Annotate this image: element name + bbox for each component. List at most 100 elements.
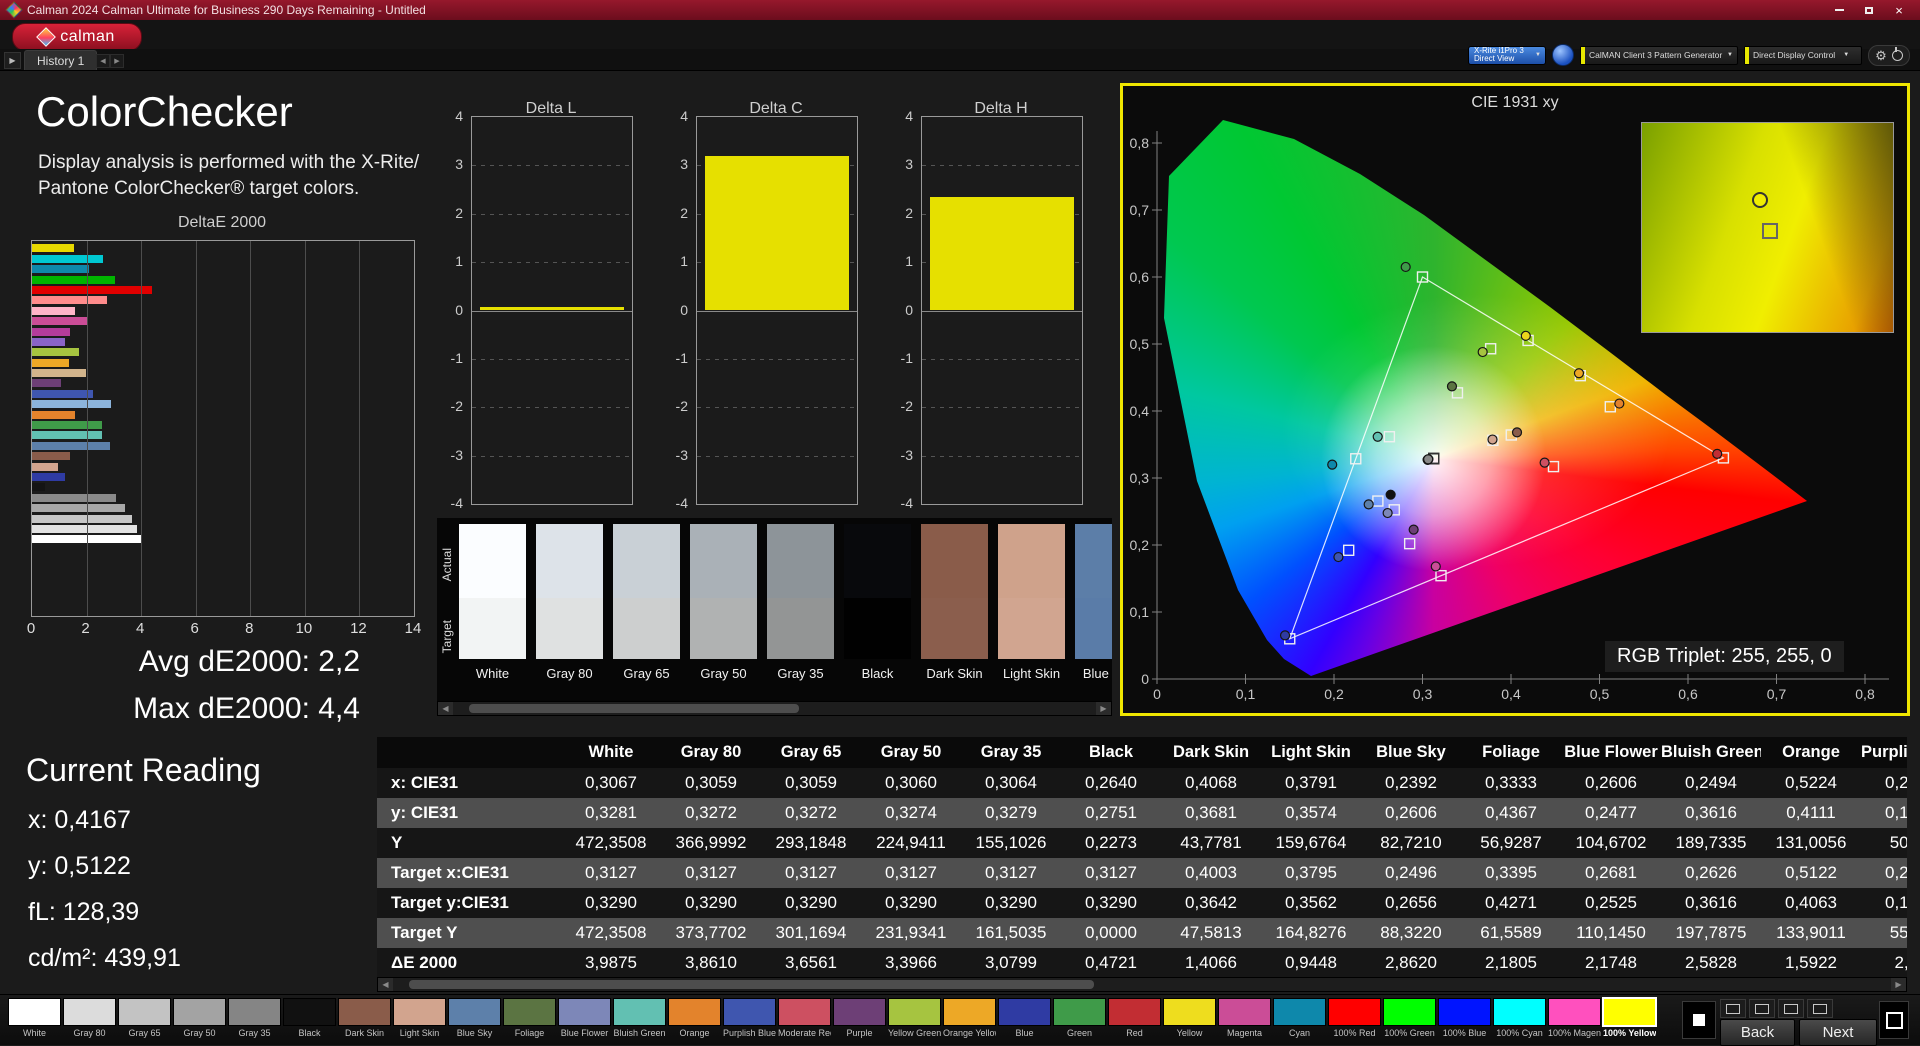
- toolbar-patch-yellow[interactable]: Yellow: [1163, 998, 1216, 1038]
- inset-measured-point: [1752, 191, 1769, 208]
- toolbar-patch-purplish-blue[interactable]: Purplish Blue: [723, 998, 776, 1038]
- toolbar-patch-white[interactable]: White: [8, 998, 61, 1038]
- patch-label: 100% Red: [1333, 1028, 1376, 1038]
- patch-comparison-gray-35[interactable]: Gray 35: [767, 524, 834, 684]
- back-button[interactable]: Back: [1720, 1019, 1795, 1046]
- cie-target-point-blue-sky: [1372, 495, 1384, 507]
- patch-comparison-blue-sky[interactable]: Blue Sky: [1075, 524, 1112, 684]
- patch-comparison-gray-50[interactable]: Gray 50: [690, 524, 757, 684]
- patch-label: 100% Green: [1384, 1028, 1435, 1038]
- close-button[interactable]: ×: [1892, 3, 1906, 17]
- patch-label: Red: [1126, 1028, 1143, 1038]
- patch-comparison-gray-65[interactable]: Gray 65: [613, 524, 680, 684]
- tab-scroll-right-button[interactable]: ▶: [110, 54, 124, 68]
- display-option-3-icon[interactable]: [1778, 999, 1804, 1018]
- toolbar-patch-100-yellow[interactable]: 100% Yellow: [1602, 997, 1657, 1038]
- power-icon[interactable]: [1891, 46, 1903, 61]
- meter-dropdown[interactable]: X-Rite i1Pro 3 Direct View ▼: [1468, 45, 1546, 65]
- pattern-generator-dropdown[interactable]: CalMAN Client 3 Pattern Generator ▼: [1580, 45, 1738, 65]
- next-button[interactable]: Next: [1799, 1019, 1877, 1046]
- table-cell: 0,4271: [1485, 893, 1537, 912]
- x-tick-label: 0,8: [1855, 686, 1875, 702]
- toolbar-patch-100-cyan[interactable]: 100% Cyan: [1493, 998, 1546, 1038]
- scroll-right-icon[interactable]: ▶: [1096, 702, 1111, 715]
- scroll-right-icon[interactable]: ▶: [1891, 978, 1906, 991]
- display-option-2-icon[interactable]: [1749, 999, 1775, 1018]
- patch-color-chip: [613, 998, 666, 1026]
- toolbar-patch-dark-skin[interactable]: Dark Skin: [338, 998, 391, 1038]
- toolbar-patch-magenta[interactable]: Magenta: [1218, 998, 1271, 1038]
- gridline: [697, 358, 857, 360]
- toolbar-patch-100-magenta[interactable]: 100% Magenta: [1548, 998, 1601, 1038]
- toolbar-patch-100-green[interactable]: 100% Green: [1383, 998, 1436, 1038]
- toolbar-patch-blue[interactable]: Blue: [998, 998, 1051, 1038]
- inset-target-point: [1762, 223, 1779, 240]
- toolbar-patch-green[interactable]: Green: [1053, 998, 1106, 1038]
- patch-comparison-black[interactable]: Black: [844, 524, 911, 684]
- scroll-left-icon[interactable]: ◀: [378, 978, 393, 991]
- patch-comparison-dark-skin[interactable]: Dark Skin: [921, 524, 988, 684]
- table-cell: 231,9341: [875, 923, 947, 942]
- tab-menu-button[interactable]: ▶: [4, 52, 21, 69]
- patch-label: Gray 65: [128, 1028, 161, 1038]
- patch-comparison-light-skin[interactable]: Light Skin: [998, 524, 1065, 684]
- patch-comparison-gray-80[interactable]: Gray 80: [536, 524, 603, 684]
- x-tick-label: 8: [245, 620, 254, 637]
- table-cell: 0,3281: [585, 803, 637, 822]
- patch-label: Gray 35: [238, 1028, 271, 1038]
- toolbar-patch-gray-50[interactable]: Gray 50: [173, 998, 226, 1038]
- gridline: [472, 262, 632, 264]
- toolbar-patch-foliage[interactable]: Foliage: [503, 998, 556, 1038]
- table-cell: 161,5035: [975, 923, 1047, 942]
- y-tick-label: 0,2: [1130, 537, 1150, 553]
- toolbar-patch-gray-65[interactable]: Gray 65: [118, 998, 171, 1038]
- scrollbar-thumb[interactable]: [409, 980, 1094, 989]
- display-control-dropdown[interactable]: Direct Display Control ▼: [1744, 45, 1862, 65]
- calman-menu-button[interactable]: calman: [12, 23, 142, 51]
- deltae-bar: [32, 493, 117, 502]
- toolbar-patch-purple[interactable]: Purple: [833, 998, 886, 1038]
- gear-icon[interactable]: ⚙: [1875, 49, 1887, 62]
- toolbar-patch-cyan[interactable]: Cyan: [1273, 998, 1326, 1038]
- table-cell: 0,5122: [1785, 863, 1837, 882]
- maximize-button[interactable]: [1862, 3, 1876, 17]
- cie-measured-point-blue-flower: [1382, 507, 1393, 519]
- toolbar-patch-blue-sky[interactable]: Blue Sky: [448, 998, 501, 1038]
- toolbar-patch-moderate-red[interactable]: Moderate Red: [778, 998, 831, 1038]
- patch-comparison-strip: Actual Target White Gray 80 Gray 65 Gray 50…: [437, 518, 1112, 716]
- scrollbar-thumb[interactable]: [469, 704, 799, 713]
- pattern-window-button[interactable]: [1682, 1001, 1716, 1039]
- display-option-1-icon[interactable]: [1720, 999, 1746, 1018]
- results-table: White Gray 80 Gray 65 Gray 50 Gray 35 Black Da…: [377, 737, 1907, 978]
- tab-scroll-left-button[interactable]: ◀: [96, 54, 110, 68]
- deltae-bar: [32, 296, 108, 305]
- deltae-bar: [32, 254, 104, 263]
- minimize-button[interactable]: [1832, 3, 1846, 17]
- toolbar-patch-100-blue[interactable]: 100% Blue: [1438, 998, 1491, 1038]
- deltae-bar: [32, 265, 90, 274]
- scroll-left-icon[interactable]: ◀: [438, 702, 453, 715]
- gridline: [697, 310, 857, 312]
- toolbar-patch-red[interactable]: Red: [1108, 998, 1161, 1038]
- toolbar-patch-100-red[interactable]: 100% Red: [1328, 998, 1381, 1038]
- strip-scrollbar[interactable]: ◀ ▶: [437, 701, 1112, 716]
- deltae-bar-chart: [31, 240, 415, 617]
- toolbar-patch-orange[interactable]: Orange: [668, 998, 721, 1038]
- layout-toggle-button[interactable]: [1879, 1001, 1909, 1039]
- toolbar-patch-blue-flower[interactable]: Blue Flower: [558, 998, 611, 1038]
- actual-swatch: [921, 524, 988, 598]
- table-scrollbar[interactable]: ◀ ▶: [377, 977, 1907, 992]
- toolbar-patch-gray-35[interactable]: Gray 35: [228, 998, 281, 1038]
- y-tick-label: -3: [450, 446, 463, 463]
- toolbar-patch-orange-yellow[interactable]: Orange Yellow: [943, 998, 996, 1038]
- toolbar-patch-yellow-green[interactable]: Yellow Green: [888, 998, 941, 1038]
- patch-comparison-white[interactable]: White: [459, 524, 526, 684]
- tab-history-1[interactable]: History 1: [24, 50, 98, 70]
- table-cell: 0,3127: [785, 863, 837, 882]
- toolbar-patch-light-skin[interactable]: Light Skin: [393, 998, 446, 1038]
- toolbar-patch-bluish-green[interactable]: Bluish Green: [613, 998, 666, 1038]
- toolbar-patch-gray-80[interactable]: Gray 80: [63, 998, 116, 1038]
- toolbar-patch-black[interactable]: Black: [283, 998, 336, 1038]
- display-option-4-icon[interactable]: [1807, 999, 1833, 1018]
- y-tick-label: -2: [900, 398, 913, 415]
